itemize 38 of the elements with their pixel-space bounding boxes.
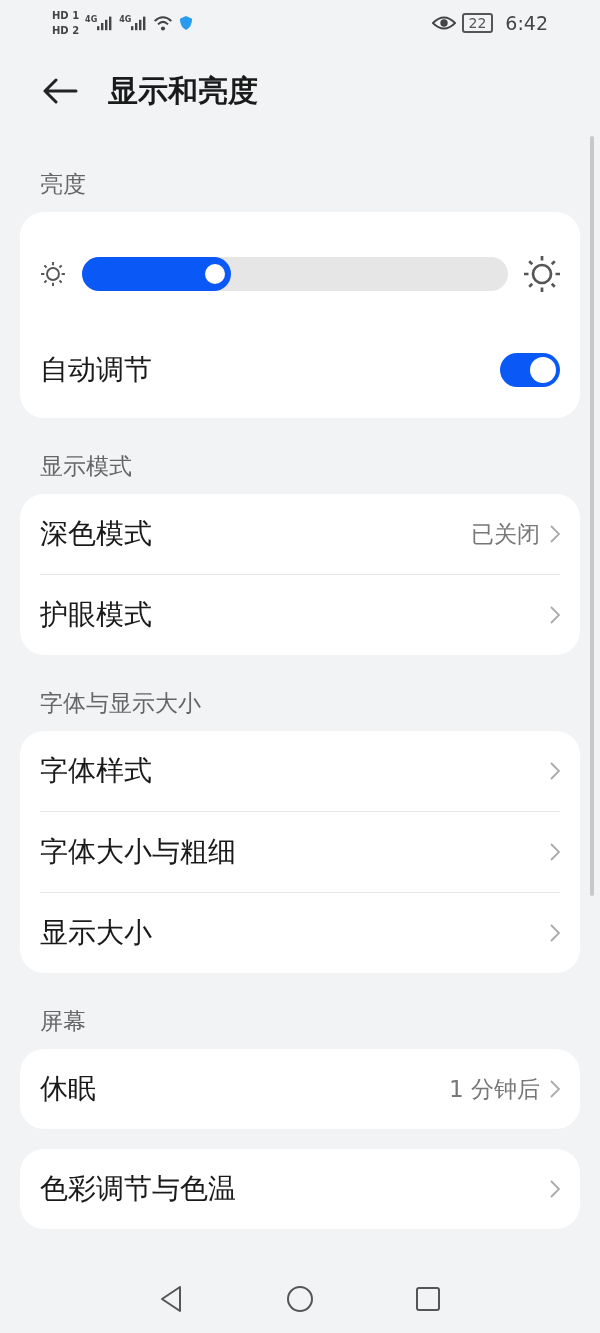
settings-item[interactable]: 色彩调节与色温	[40, 1149, 560, 1229]
chevron-icon	[550, 1180, 560, 1198]
brightness-slider[interactable]	[82, 257, 508, 291]
signal-icon	[97, 15, 114, 31]
home-nav-icon[interactable]	[286, 1285, 314, 1313]
chevron-icon	[550, 606, 560, 624]
wifi-icon	[153, 14, 174, 32]
clock-time: 6:42	[505, 12, 548, 34]
chevron-icon	[550, 762, 560, 780]
chevron-icon	[550, 843, 560, 861]
shield-icon	[179, 15, 194, 31]
section-title: 显示模式	[39, 452, 133, 481]
page-title: 显示和亮度	[108, 71, 258, 110]
network-label: 4G	[85, 15, 98, 24]
sim-label: HD 1	[52, 9, 80, 22]
settings-item[interactable]: 字体大小与粗细	[40, 812, 560, 892]
section-title: 字体与显示大小	[39, 689, 202, 718]
battery-level: 22	[461, 13, 494, 33]
section-title: 亮度	[39, 170, 87, 199]
settings-item[interactable]: 休眠 1 分钟后	[40, 1049, 560, 1129]
network-label: 4G	[119, 15, 132, 24]
signal-icon	[131, 15, 148, 31]
bright-sun-icon	[524, 256, 560, 292]
chevron-icon	[550, 924, 560, 942]
chevron-icon	[550, 525, 560, 543]
settings-item[interactable]: 深色模式 已关闭	[40, 494, 560, 574]
toggle-switch[interactable]	[500, 353, 560, 387]
setting-label: 自动调节	[40, 352, 152, 388]
settings-item[interactable]: 显示大小	[40, 893, 560, 973]
sim-label: HD 2	[52, 24, 80, 37]
recents-nav-icon[interactable]	[414, 1285, 442, 1313]
section-title: 屏幕	[39, 1007, 87, 1036]
dim-sun-icon	[40, 261, 66, 287]
back-icon[interactable]	[42, 78, 78, 104]
settings-item[interactable]: 字体样式	[40, 731, 560, 811]
chevron-icon	[550, 1080, 560, 1098]
settings-item[interactable]: 护眼模式	[40, 575, 560, 655]
eye-icon	[431, 15, 456, 31]
